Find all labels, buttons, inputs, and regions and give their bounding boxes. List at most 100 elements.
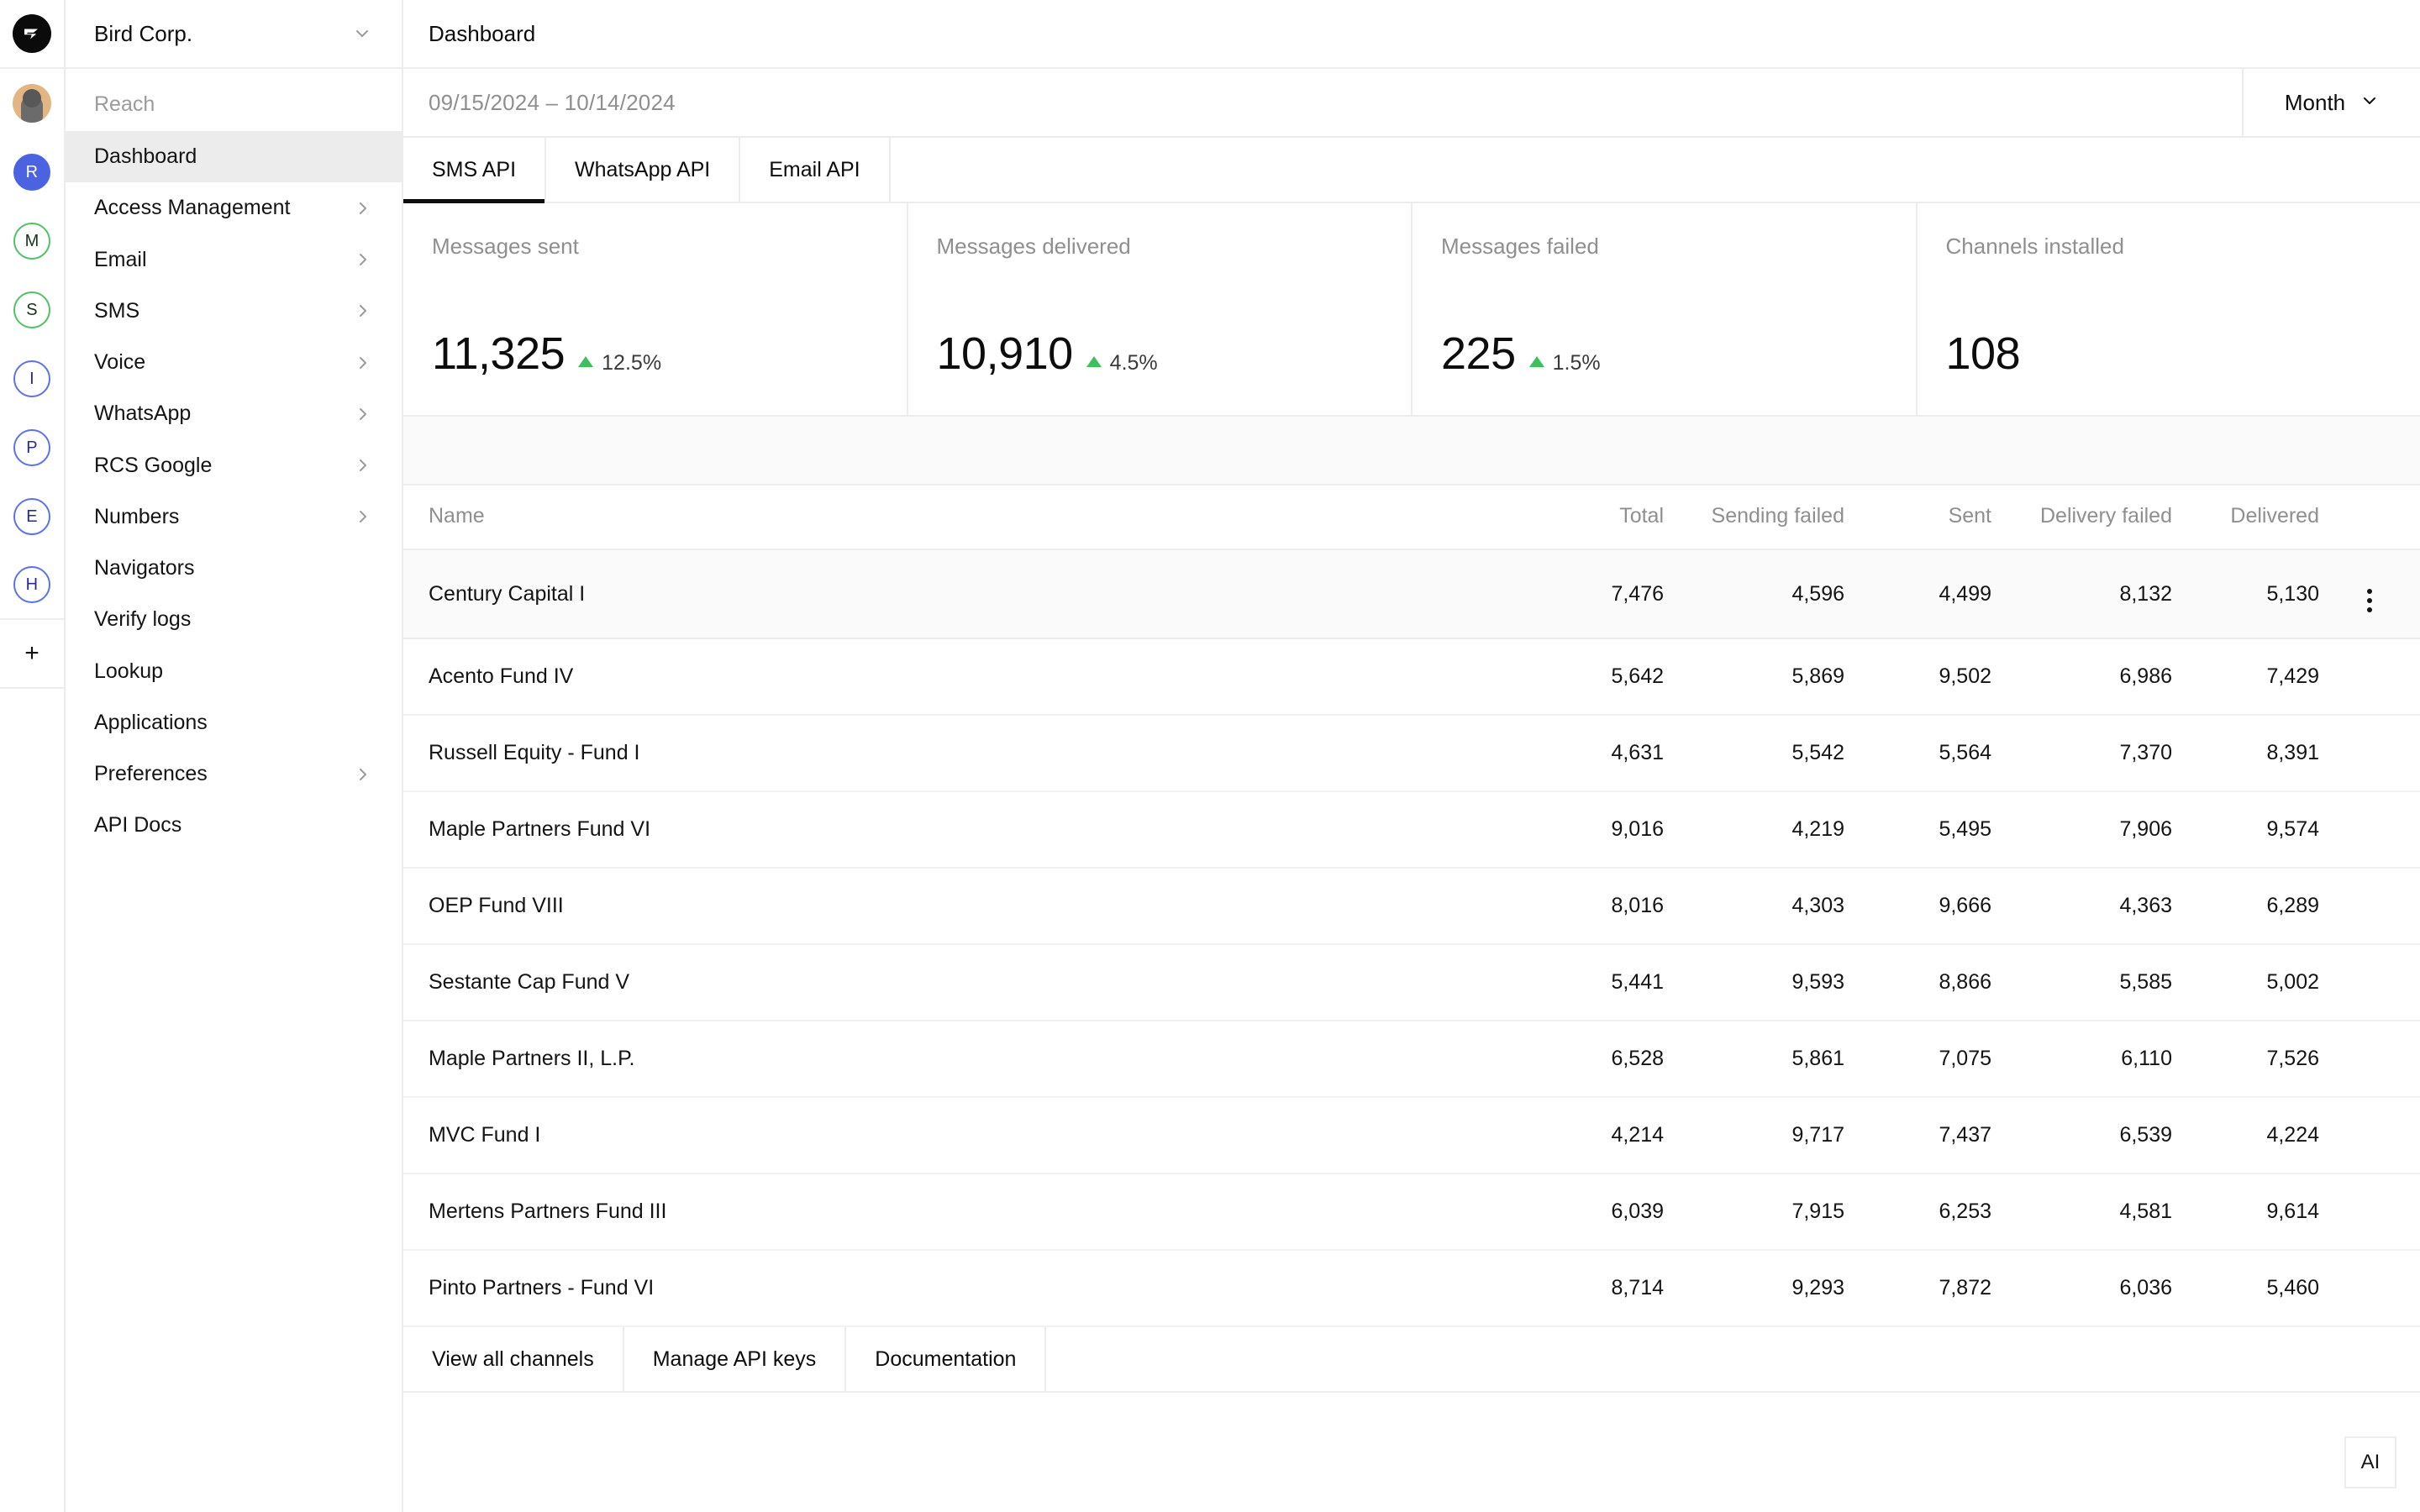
- column-header-total[interactable]: Total: [1517, 486, 1664, 550]
- cell-sending-failed: 4,596: [1664, 549, 1844, 639]
- sidebar-item-lookup[interactable]: Lookup: [66, 646, 402, 697]
- cell-actions: [2319, 638, 2420, 716]
- cell-sending-failed: 4,219: [1664, 791, 1844, 869]
- table-row[interactable]: Maple Partners II, L.P. 6,528 5,861 7,075 6,…: [403, 1021, 2420, 1098]
- cell-actions: [2319, 868, 2420, 945]
- cell-delivered: 7,526: [2172, 1021, 2319, 1098]
- cell-sending-failed: 5,861: [1664, 1021, 1844, 1098]
- metric-value-row: 10,910 4.5%: [937, 331, 1383, 376]
- org-switcher[interactable]: Bird Corp.: [66, 0, 402, 69]
- table-row[interactable]: Century Capital I 7,476 4,596 4,499 8,132 5,1…: [403, 549, 2420, 639]
- table-row[interactable]: Sestante Cap Fund V 5,441 9,593 8,866 5,585 5…: [403, 944, 2420, 1021]
- column-header-sending-failed[interactable]: Sending failed: [1664, 486, 1844, 550]
- sidebar-item-rcs-google[interactable]: RCS Google: [66, 440, 402, 491]
- date-range-picker[interactable]: 09/15/2024 – 10/14/2024: [403, 69, 2242, 136]
- sidebar-item-navigators[interactable]: Navigators: [66, 543, 402, 594]
- cell-delivery-failed: 5,585: [1991, 944, 2172, 1021]
- workspace-H[interactable]: H: [0, 551, 65, 620]
- sidebar-item-sms[interactable]: SMS: [66, 286, 402, 337]
- column-header-delivery-failed[interactable]: Delivery failed: [1991, 486, 2172, 550]
- cell-total: 6,039: [1517, 1173, 1664, 1251]
- cell-total: 4,214: [1517, 1097, 1664, 1174]
- date-filter-row: 09/15/2024 – 10/14/2024 Month: [403, 69, 2420, 138]
- sidebar-item-numbers[interactable]: Numbers: [66, 491, 402, 543]
- cell-delivered: 4,224: [2172, 1097, 2319, 1174]
- table-header-row: Name Total Sending failed Sent Delivery …: [403, 486, 2420, 550]
- sidebar-item-dashboard[interactable]: Dashboard: [66, 131, 402, 183]
- sidebar-item-api-docs[interactable]: API Docs: [66, 800, 402, 851]
- table-row[interactable]: MVC Fund I 4,214 9,717 7,437 6,539 4,224: [403, 1097, 2420, 1174]
- sidebar-nav: Reach Dashboard Access Management Email SMS…: [66, 69, 402, 852]
- cell-sending-failed: 7,915: [1664, 1173, 1844, 1251]
- sidebar-item-whatsapp[interactable]: WhatsApp: [66, 388, 402, 439]
- table-row[interactable]: Russell Equity - Fund I 4,631 5,542 5,564 7,…: [403, 715, 2420, 792]
- sidebar-item-email[interactable]: Email: [66, 234, 402, 286]
- footer-action-documentation[interactable]: Documentation: [846, 1327, 1047, 1391]
- cell-total: 8,714: [1517, 1250, 1664, 1327]
- user-avatar[interactable]: [0, 69, 65, 138]
- tab-whatsapp-api[interactable]: WhatsApp API: [546, 138, 741, 202]
- column-header-delivered[interactable]: Delivered: [2172, 486, 2319, 550]
- column-header-name[interactable]: Name: [403, 486, 1517, 550]
- table-row[interactable]: Pinto Partners - Fund VI 8,714 9,293 7,872 6…: [403, 1250, 2420, 1327]
- sidebar-item-label: SMS: [94, 298, 140, 323]
- row-menu-icon[interactable]: [2367, 589, 2372, 612]
- workspace-S[interactable]: S: [0, 276, 65, 344]
- cell-actions: [2319, 944, 2420, 1021]
- cell-total: 5,441: [1517, 944, 1664, 1021]
- sidebar: Bird Corp. Reach Dashboard Access Managem…: [66, 0, 403, 1512]
- sidebar-item-label: Dashboard: [94, 144, 197, 168]
- cell-delivered: 5,460: [2172, 1250, 2319, 1327]
- sidebar-item-verify-logs[interactable]: Verify logs: [66, 594, 402, 645]
- cell-total: 9,016: [1517, 791, 1664, 869]
- footer-actions-filler: [1046, 1327, 2420, 1391]
- workspace-rail: R M S I P E H +: [0, 0, 66, 1512]
- cell-sent: 9,502: [1844, 638, 1991, 716]
- sidebar-item-preferences[interactable]: Preferences: [66, 748, 402, 800]
- workspace-avatar-letter: E: [13, 498, 50, 535]
- metric-value: 225: [1441, 328, 1516, 379]
- cell-name: Pinto Partners - Fund VI: [403, 1250, 1517, 1327]
- column-header-sent[interactable]: Sent: [1844, 486, 1991, 550]
- cell-name: MVC Fund I: [403, 1097, 1517, 1174]
- table-row[interactable]: Mertens Partners Fund III 6,039 7,915 6,253…: [403, 1173, 2420, 1251]
- table-row[interactable]: Acento Fund IV 5,642 5,869 9,502 6,986 7,429: [403, 638, 2420, 716]
- table-row[interactable]: OEP Fund VIII 8,016 4,303 9,666 4,363 6,289: [403, 868, 2420, 945]
- bird-logo-icon: [13, 14, 51, 53]
- sidebar-item-voice[interactable]: Voice: [66, 337, 402, 388]
- tab-email-api[interactable]: Email API: [740, 138, 891, 202]
- cell-name: Century Capital I: [403, 549, 1517, 639]
- metric-label: Messages delivered: [936, 234, 1131, 259]
- cell-name: Russell Equity - Fund I: [403, 715, 1517, 792]
- chevron-right-icon: [355, 200, 371, 217]
- ai-assistant-button[interactable]: AI: [2344, 1436, 2396, 1488]
- cell-actions: [2319, 715, 2420, 792]
- topbar: Dashboard: [403, 0, 2420, 69]
- metric-card-messages-sent: Messages sent 11,325 12.5%: [403, 203, 908, 415]
- sidebar-item-applications[interactable]: Applications: [66, 697, 402, 748]
- workspace-R[interactable]: R: [0, 138, 65, 207]
- metric-value: 108: [1945, 328, 2021, 379]
- add-workspace-button[interactable]: +: [0, 620, 65, 689]
- brand-logo[interactable]: [0, 0, 65, 69]
- cell-actions: [2319, 1021, 2420, 1098]
- cell-delivered: 9,574: [2172, 791, 2319, 869]
- sidebar-item-access-management[interactable]: Access Management: [66, 182, 402, 234]
- workspace-I[interactable]: I: [0, 344, 65, 413]
- footer-action-manage-api-keys[interactable]: Manage API keys: [624, 1327, 847, 1391]
- table-row[interactable]: Maple Partners Fund VI 9,016 4,219 5,495 7,9…: [403, 791, 2420, 869]
- workspace-E[interactable]: E: [0, 482, 65, 551]
- tab-sms-api[interactable]: SMS API: [403, 138, 547, 203]
- period-select[interactable]: Month: [2242, 69, 2420, 136]
- sidebar-item-label: Navigators: [94, 556, 195, 580]
- cell-actions: [2319, 1097, 2420, 1174]
- ai-label: AI: [2360, 1451, 2381, 1473]
- cell-name: Sestante Cap Fund V: [403, 944, 1517, 1021]
- cell-sent: 7,075: [1844, 1021, 1991, 1098]
- chevron-right-icon: [355, 508, 371, 525]
- workspace-M[interactable]: M: [0, 207, 65, 276]
- cell-delivery-failed: 6,110: [1991, 1021, 2172, 1098]
- workspace-P[interactable]: P: [0, 413, 65, 482]
- sidebar-item-label: Access Management: [94, 196, 291, 220]
- footer-action-view-all-channels[interactable]: View all channels: [403, 1327, 624, 1391]
